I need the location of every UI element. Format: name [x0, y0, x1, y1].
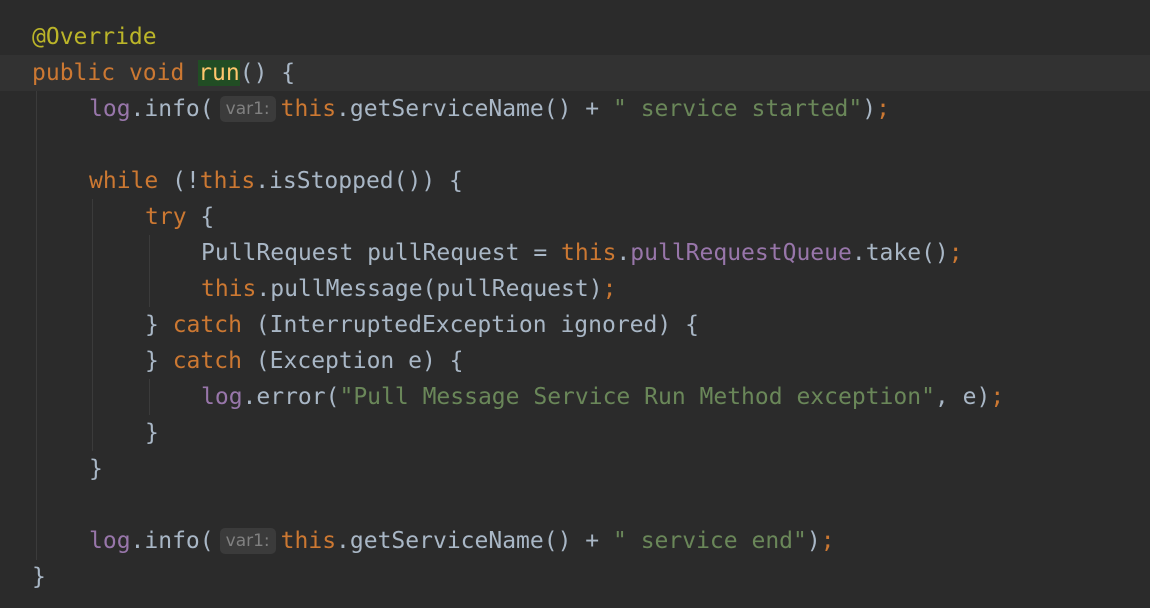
keyword-try: try: [145, 204, 187, 230]
close-paren: ): [806, 528, 821, 554]
close-brace: }: [32, 564, 46, 590]
string-literal: " service started": [613, 96, 863, 122]
while-open: (!: [158, 168, 200, 194]
code-line: PullRequest pullRequest = this.pullReque…: [201, 235, 963, 271]
indent-guide: [149, 379, 150, 415]
code-line: log.error("Pull Message Service Run Meth…: [201, 379, 1004, 415]
info-call: .info(: [130, 96, 214, 122]
indent-guide: [92, 199, 93, 451]
semicolon: ;: [948, 240, 963, 266]
catch-exception-clause: (Exception e) {: [241, 348, 464, 374]
indent-guide: [149, 235, 150, 307]
is-stopped-call: .isStopped()) {: [255, 168, 463, 194]
dot: .: [616, 240, 631, 266]
code-line: log.info(var1: this.getServiceName() + " …: [89, 523, 835, 559]
keyword-this: this: [201, 276, 257, 302]
keyword-this: this: [280, 528, 337, 554]
method-name-run[interactable]: run: [198, 60, 240, 86]
code-line: }: [32, 559, 46, 595]
close-brace: }: [89, 456, 103, 482]
pull-message-call: .pullMessage(pullRequest): [256, 276, 603, 302]
keyword-this: this: [280, 96, 337, 122]
code-line: } catch (Exception e) {: [145, 343, 464, 379]
pull-request-declaration: PullRequest pullRequest =: [201, 240, 562, 266]
semicolon: ;: [876, 96, 890, 122]
get-service-name-call: .getServiceName() +: [336, 96, 613, 122]
info-call: .info(: [130, 528, 214, 554]
keyword-public: public: [32, 60, 116, 86]
semicolon: ;: [990, 384, 1005, 410]
semicolon: ;: [820, 528, 835, 554]
log-identifier: log: [201, 384, 243, 410]
code-line: while (!this.isStopped()) {: [89, 163, 463, 199]
string-literal: " service end": [613, 528, 807, 554]
close-brace: }: [145, 348, 173, 374]
close-paren: ): [862, 96, 877, 122]
keyword-while: while: [89, 168, 159, 194]
error-call: .error(: [242, 384, 340, 410]
keyword-this: this: [199, 168, 256, 194]
keyword-catch: catch: [172, 312, 242, 338]
close-brace: }: [145, 420, 159, 446]
code-line: public void run() {: [32, 55, 295, 91]
code-editor[interactable]: @Override public void run() { log.info(v…: [0, 0, 1150, 608]
method-signature-tail: () {: [239, 60, 296, 86]
code-line: }: [145, 415, 159, 451]
catch-interrupted-clause: (InterruptedException ignored) {: [241, 312, 699, 338]
keyword-void: void: [128, 60, 185, 86]
annotation: @Override: [32, 24, 157, 50]
code-line: }: [89, 451, 103, 487]
log-identifier: log: [89, 528, 131, 554]
take-call: .take(): [851, 240, 949, 266]
get-service-name-call: .getServiceName() +: [336, 528, 613, 554]
keyword-catch: catch: [172, 348, 242, 374]
try-brace: {: [186, 204, 215, 230]
code-line: } catch (InterruptedException ignored) {: [145, 307, 699, 343]
log-identifier: log: [89, 96, 131, 122]
indent-guide: [36, 91, 37, 560]
code-line: this.pullMessage(pullRequest);: [201, 271, 616, 307]
error-call-tail: , e): [934, 384, 991, 410]
pull-request-queue-field: pullRequestQueue: [630, 240, 852, 266]
parameter-hint: var1:: [219, 528, 276, 554]
parameter-hint: var1:: [219, 96, 276, 122]
code-line: log.info(var1: this.getServiceName() + " …: [89, 91, 890, 127]
semicolon: ;: [602, 276, 617, 302]
keyword-this: this: [561, 240, 617, 266]
code-line: @Override: [32, 19, 157, 55]
close-brace: }: [145, 312, 173, 338]
string-literal: "Pull Message Service Run Method excepti…: [339, 384, 935, 410]
code-line: try {: [145, 199, 214, 235]
